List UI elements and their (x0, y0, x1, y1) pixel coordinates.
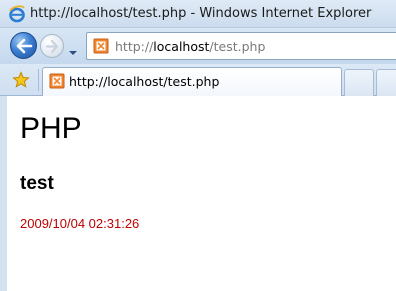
tab-active[interactable]: http://localhost/test.php (42, 67, 342, 96)
page-icon (93, 38, 109, 54)
address-text: http://localhost/test.php (115, 39, 266, 54)
page-heading: PHP (20, 112, 82, 145)
back-button[interactable] (10, 32, 37, 59)
forward-arrow-icon (45, 39, 59, 54)
tab-bar: http://localhost/test.php (0, 64, 396, 96)
window-title: http://localhost/test.php - Windows Inte… (30, 6, 372, 21)
new-tab-button[interactable] (344, 69, 374, 96)
page-content: PHP test 2009/10/04 02:31:26 (0, 96, 396, 291)
back-arrow-icon (16, 38, 33, 54)
address-bar[interactable]: http://localhost/test.php (86, 32, 396, 60)
page-icon (49, 73, 65, 89)
page-subheading: test (20, 173, 54, 194)
forward-button[interactable] (40, 34, 64, 58)
title-bar: http://localhost/test.php - Windows Inte… (0, 0, 396, 28)
tab-label: http://localhost/test.php (69, 74, 220, 89)
toolbar-separator (38, 69, 39, 91)
navigation-bar: http://localhost/test.php (0, 28, 396, 64)
timestamp-text: 2009/10/04 02:31:26 (20, 216, 140, 231)
chevron-down-icon[interactable] (68, 42, 78, 55)
ie-icon (8, 5, 26, 23)
star-icon[interactable] (12, 71, 30, 89)
tab-inactive[interactable] (376, 69, 396, 96)
